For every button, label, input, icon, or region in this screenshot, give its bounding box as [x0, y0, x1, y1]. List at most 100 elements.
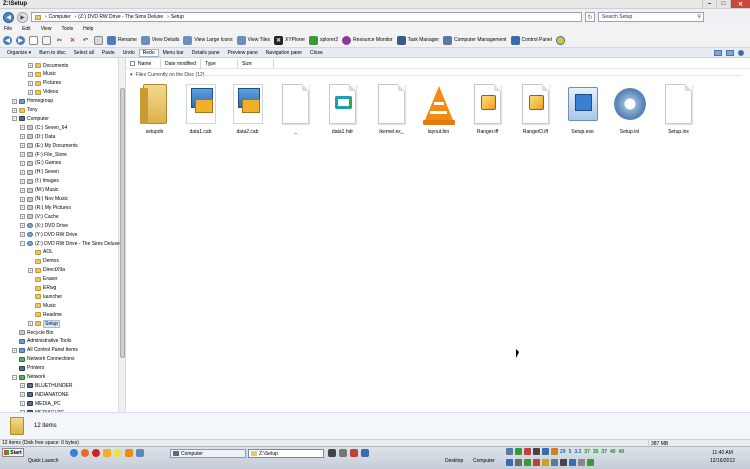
nav-item[interactable]: Network Connections — [12, 355, 75, 364]
task-computer[interactable]: Computer — [170, 449, 246, 458]
file-item[interactable]: _ — [272, 82, 319, 138]
app-icon[interactable] — [328, 449, 336, 457]
nav-item[interactable]: + BLUETHUNDER — [20, 381, 73, 390]
toolbar-task-manager[interactable]: Task Manager — [396, 35, 439, 45]
tray-icon[interactable] — [533, 448, 540, 455]
expand-toggle-icon[interactable]: + — [12, 98, 17, 104]
expand-toggle-icon[interactable]: + — [12, 107, 17, 113]
nav-item[interactable]: + Music — [28, 70, 56, 79]
minimize-button[interactable]: – — [702, 0, 716, 8]
nav-item[interactable]: + Tony — [12, 106, 38, 115]
file-item[interactable]: data1.cab — [177, 82, 224, 138]
expand-toggle-icon[interactable]: + — [20, 160, 25, 166]
forward-icon[interactable]: ▶ — [16, 35, 25, 45]
redo-button[interactable]: Redo — [138, 48, 159, 57]
toolbar-resource-monitor[interactable]: Resource Monitor — [342, 35, 393, 45]
preview-pane-toggle[interactable]: Preview pane — [224, 50, 262, 56]
cut-icon[interactable]: ✂ — [55, 36, 64, 45]
file-item[interactable]: Ranger.iff — [464, 82, 511, 138]
nav-item[interactable]: + Homegroup — [12, 97, 53, 106]
tray-icon[interactable] — [506, 459, 513, 466]
expand-toggle-icon[interactable]: + — [20, 196, 25, 202]
file-item[interactable]: setupdir — [131, 82, 178, 138]
nav-item[interactable]: + (I:) Images — [20, 177, 59, 186]
toolbar-view-tiles[interactable]: View Tiles — [236, 35, 270, 45]
file-item[interactable]: Setup.ini — [606, 82, 653, 138]
task-setup-folder[interactable]: Z:\Setup — [248, 449, 324, 458]
file-item[interactable]: ikernel.ex_ — [368, 82, 415, 138]
tray-icon[interactable] — [542, 459, 549, 466]
nav-item[interactable]: Printers — [12, 364, 44, 373]
expand-toggle-icon[interactable]: + — [20, 401, 25, 407]
column-name[interactable]: Name — [126, 58, 161, 69]
nav-scroll-thumb[interactable] — [120, 88, 125, 358]
new-document-icon[interactable] — [29, 35, 38, 45]
expand-toggle-icon[interactable]: + — [12, 347, 17, 353]
properties-icon[interactable] — [94, 35, 103, 45]
expand-toggle-icon[interactable]: + — [20, 125, 25, 131]
globe-icon[interactable] — [555, 35, 565, 45]
preview-pane-icon[interactable] — [726, 49, 734, 56]
collapse-toggle-icon[interactable]: − — [12, 116, 17, 122]
ie-icon[interactable] — [70, 449, 78, 457]
copy-icon[interactable] — [42, 35, 51, 45]
file-item[interactable]: layout.bin — [415, 82, 462, 138]
column-size[interactable]: Size — [238, 58, 274, 69]
network-icon[interactable] — [587, 459, 594, 466]
nav-item[interactable]: + MEDIA_PC — [20, 399, 61, 408]
opera-icon[interactable] — [92, 449, 100, 457]
tray-icon[interactable] — [533, 459, 540, 466]
nav-item[interactable]: Recycle Bin — [12, 328, 53, 337]
nav-item[interactable]: Eraser — [28, 275, 58, 284]
expand-toggle-icon[interactable]: + — [20, 143, 25, 149]
firefox-icon[interactable] — [81, 449, 89, 457]
back-icon[interactable]: ◀ — [3, 35, 12, 45]
expand-toggle-icon[interactable]: + — [20, 152, 25, 157]
desktop-toolbar[interactable]: Desktop — [445, 458, 463, 464]
close-command-button[interactable]: Close — [306, 50, 327, 56]
nav-item[interactable]: + (R:) My Pictures — [20, 203, 71, 212]
tray-icon[interactable] — [560, 459, 567, 466]
tray-icon[interactable] — [515, 448, 522, 455]
expand-toggle-icon[interactable]: + — [28, 71, 33, 77]
app-icon[interactable] — [339, 449, 347, 457]
tray-icon[interactable] — [551, 448, 558, 455]
undo-icon[interactable]: ↶ — [81, 36, 90, 45]
change-view-icon[interactable] — [714, 49, 722, 56]
column-type[interactable]: Type — [201, 58, 238, 69]
nav-item[interactable]: + (C:) Seven_64 — [20, 123, 67, 132]
toolbar-xyplorer[interactable]: ✕ XYPlorer — [274, 35, 305, 45]
toolbar-computer-management[interactable]: Computer Management — [442, 35, 507, 45]
nav-item[interactable]: AOL — [28, 248, 53, 257]
details-pane-toggle[interactable]: Details pane — [188, 50, 224, 56]
nav-item[interactable]: + (V:) Cache — [20, 212, 59, 221]
nav-item[interactable]: + Documents — [28, 61, 68, 70]
expand-toggle-icon[interactable]: + — [20, 178, 25, 184]
expand-toggle-icon[interactable]: + — [20, 223, 25, 229]
expand-toggle-icon[interactable]: + — [20, 214, 25, 220]
file-item[interactable]: Setup.exe — [559, 82, 606, 138]
paste-button[interactable]: Paste — [98, 50, 119, 56]
notes-icon[interactable] — [114, 449, 122, 457]
toolbar-view-details[interactable]: View Details — [140, 35, 179, 45]
file-item[interactable]: Setup.inx — [655, 82, 702, 138]
vlc-icon[interactable] — [125, 449, 133, 457]
help-icon[interactable] — [738, 49, 744, 56]
menu-tools[interactable]: Tools — [61, 26, 73, 32]
delete-icon[interactable]: ✕ — [68, 36, 77, 45]
media-icon[interactable] — [103, 449, 111, 457]
nav-item[interactable]: Demos — [28, 257, 59, 266]
tray-icon[interactable] — [551, 459, 558, 466]
nav-item[interactable]: + Videos — [28, 88, 58, 97]
refresh-button[interactable]: ↻ — [585, 12, 595, 22]
organize-menu[interactable]: Organize ▾ — [3, 50, 35, 56]
nav-item[interactable]: + INDIANATONE — [20, 390, 69, 399]
column-date-modified[interactable]: Date modified — [161, 58, 201, 69]
expand-toggle-icon[interactable]: + — [28, 63, 33, 68]
collapse-toggle-icon[interactable]: − — [12, 374, 17, 380]
app-icon[interactable] — [350, 449, 358, 457]
app-icon[interactable] — [136, 449, 144, 457]
expand-toggle-icon[interactable]: + — [20, 187, 25, 193]
nav-item[interactable]: − Computer — [12, 114, 49, 123]
tray-icon[interactable] — [542, 448, 549, 455]
